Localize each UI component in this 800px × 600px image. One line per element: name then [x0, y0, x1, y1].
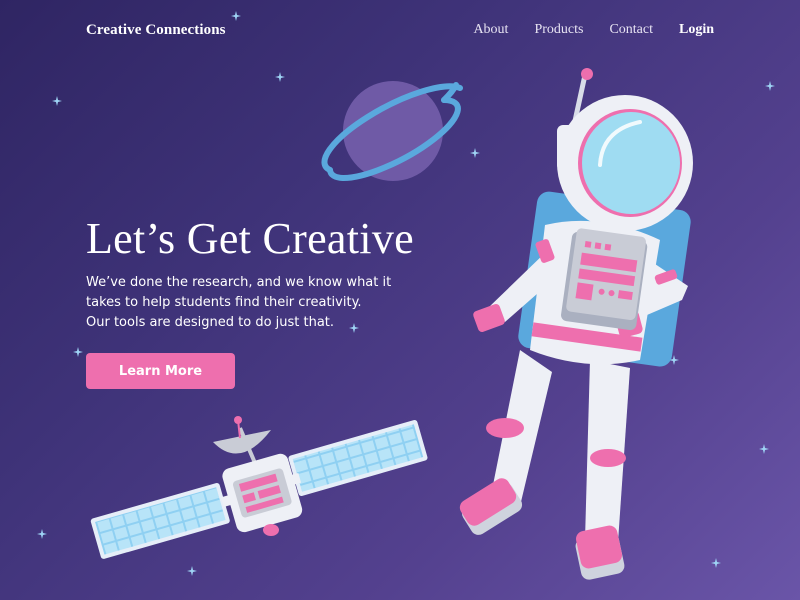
hero-description-line: takes to help students find their creati…	[86, 295, 362, 310]
planet	[321, 81, 463, 182]
nav-link-contact[interactable]: Contact	[609, 22, 653, 38]
hero-description: We’ve done the research, and we know wha…	[86, 273, 406, 333]
hero-description-line: We’ve done the research, and we know wha…	[86, 275, 392, 290]
nav-link-login[interactable]: Login	[679, 22, 714, 38]
astronaut	[459, 68, 693, 580]
nav-link-about[interactable]: About	[473, 22, 508, 38]
top-navigation: About Products Contact Login	[473, 22, 714, 38]
learn-more-button[interactable]: Learn More	[86, 353, 235, 389]
hero-title: Let’s Get Creative	[86, 214, 414, 263]
satellite	[90, 416, 428, 559]
nav-link-products[interactable]: Products	[534, 22, 583, 38]
brand-logo-text[interactable]: Creative Connections	[86, 22, 226, 39]
hero-description-line: Our tools are designed to do just that.	[86, 315, 335, 330]
